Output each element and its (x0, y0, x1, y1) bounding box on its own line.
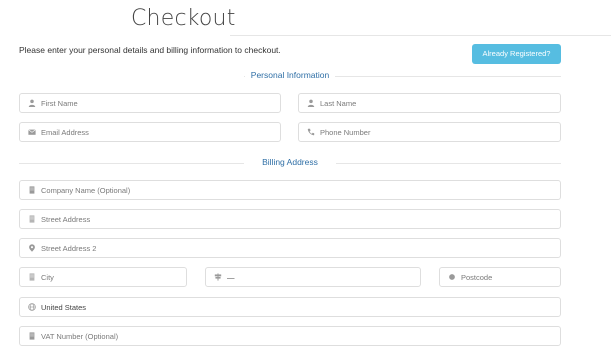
first-name-placeholder: First Name (41, 98, 78, 108)
city-placeholder: City (41, 272, 54, 282)
street-address-2-placeholder: Street Address 2 (41, 243, 97, 253)
street-address-2-field[interactable]: Street Address 2 (19, 238, 561, 258)
map-pin-icon (27, 243, 37, 253)
state-select[interactable]: — (205, 267, 421, 287)
phone-placeholder: Phone Number (320, 127, 371, 137)
email-placeholder: Email Address (41, 127, 89, 137)
building-icon (27, 272, 37, 282)
section-header-personal: Personal Information (19, 70, 561, 82)
building-icon (27, 185, 37, 195)
page-title: Checkout (131, 6, 236, 31)
vat-number-placeholder: VAT Number (Optional) (41, 331, 119, 341)
postcode-field[interactable]: Postcode (439, 267, 561, 287)
dot-icon (447, 272, 457, 282)
street-address-placeholder: Street Address (41, 214, 91, 224)
title-divider (230, 35, 611, 36)
city-field[interactable]: City (19, 267, 187, 287)
already-registered-button[interactable]: Already Registered? (472, 44, 561, 64)
company-field[interactable]: Company Name (Optional) (19, 180, 561, 200)
globe-icon (27, 302, 37, 312)
section-title-billing: Billing Address (256, 157, 324, 167)
street-address-field[interactable]: Street Address (19, 209, 561, 229)
last-name-placeholder: Last Name (320, 98, 357, 108)
vat-number-field[interactable]: VAT Number (Optional) (19, 326, 561, 346)
company-placeholder: Company Name (Optional) (41, 185, 131, 195)
phone-field[interactable]: Phone Number (298, 122, 561, 142)
signpost-icon (213, 272, 223, 282)
last-name-field[interactable]: Last Name (298, 93, 561, 113)
email-field[interactable]: Email Address (19, 122, 281, 142)
user-icon (27, 98, 37, 108)
country-value: United States (41, 302, 87, 312)
country-select[interactable]: United States (19, 297, 561, 317)
section-header-billing: Billing Address (19, 157, 561, 169)
section-title-personal: Personal Information (244, 70, 336, 80)
user-icon (306, 98, 316, 108)
intro-text: Please enter your personal details and b… (19, 45, 281, 55)
envelope-icon (27, 127, 37, 137)
building-icon (27, 214, 37, 224)
first-name-field[interactable]: First Name (19, 93, 281, 113)
building-icon (27, 331, 37, 341)
postcode-placeholder: Postcode (461, 272, 493, 282)
phone-icon (306, 127, 316, 137)
state-value: — (227, 272, 235, 282)
